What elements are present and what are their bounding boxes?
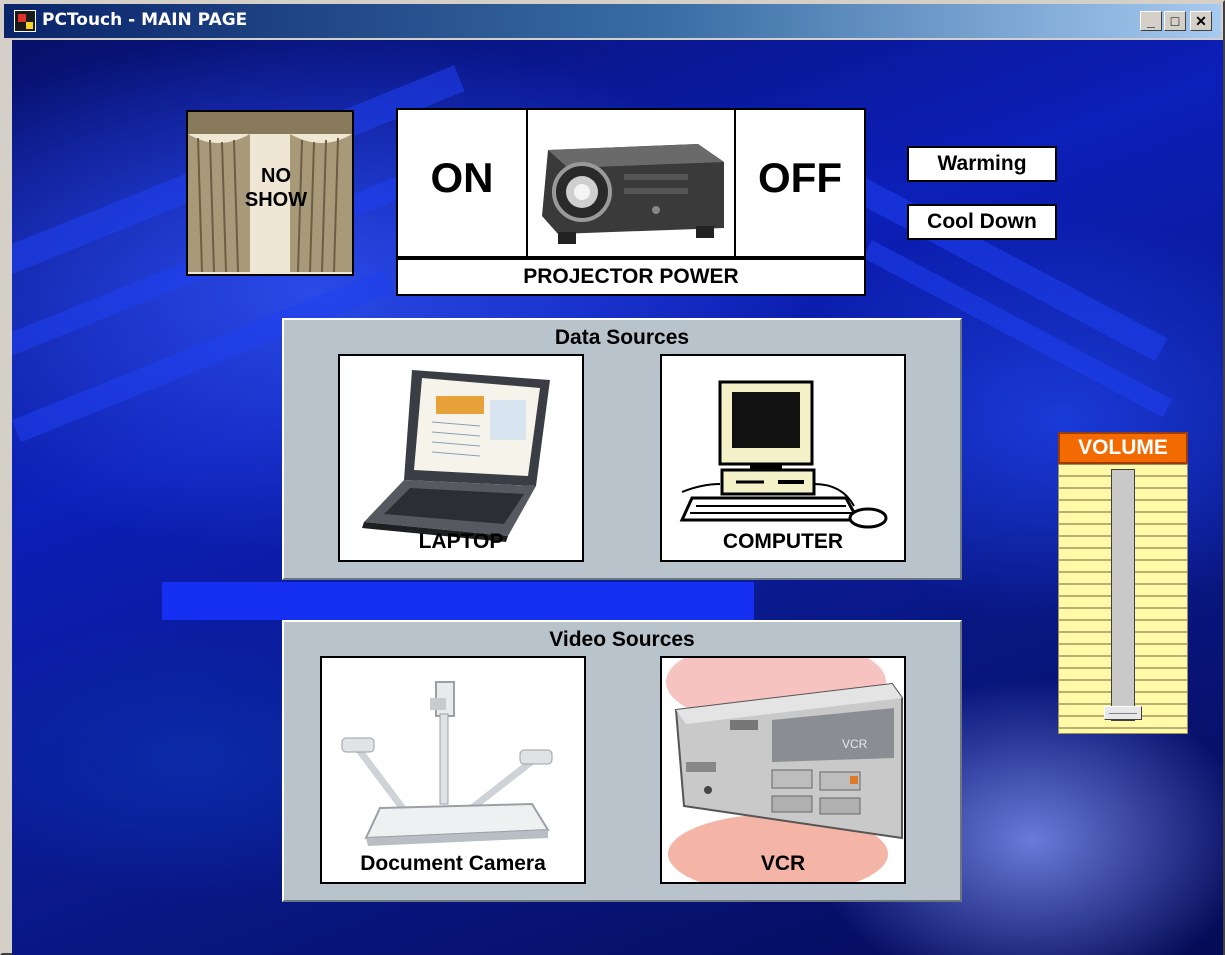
volume-slider-thumb[interactable] [1104,706,1142,720]
background-bar [162,582,754,620]
volume-track[interactable] [1104,469,1142,721]
document-camera-label: Document Camera [360,852,546,875]
projector-power-label: PROJECTOR POWER [396,258,866,296]
laptop-button[interactable]: LAPTOP [338,354,584,562]
video-sources-panel: Video Sources Document Camera VCR VCR [282,620,962,902]
main-page-canvas: NO SHOW ON OFF PROJECTOR POWER Warming C… [12,40,1223,955]
vcr-device-text: VCR [842,737,868,751]
volume-scale [1058,464,1188,734]
data-sources-title: Data Sources [554,326,690,349]
cool-down-indicator: Cool Down [907,204,1057,240]
projector-off-button[interactable]: OFF [734,108,866,258]
projector-on-button[interactable]: ON [396,108,528,258]
volume-control: VOLUME [1058,432,1188,734]
computer-label: COMPUTER [722,530,844,553]
close-button[interactable]: ✕ [1190,11,1212,31]
warming-indicator: Warming [907,146,1057,182]
minimize-button[interactable]: _ [1140,11,1162,31]
document-camera-button[interactable]: Document Camera [320,656,586,884]
app-icon[interactable] [14,10,36,32]
data-sources-panel: Data Sources LAPTOP COMPUTER [282,318,962,580]
computer-button[interactable]: COMPUTER [660,354,906,562]
vcr-button[interactable]: VCR VCR [660,656,906,884]
window-title: PCTouch - MAIN PAGE [42,10,248,30]
no-show-button[interactable]: NO SHOW [186,110,354,276]
off-label: OFF [758,154,842,201]
vcr-label: VCR [760,852,806,875]
maximize-button[interactable]: □ [1164,11,1186,31]
projector-image [526,108,736,258]
projector-icon [528,110,734,256]
video-sources-title: Video Sources [549,628,695,651]
no-show-label: NO SHOW [244,165,308,211]
laptop-label: LAPTOP [418,530,504,553]
vcr-icon: VCR [666,658,903,882]
volume-label: VOLUME [1058,432,1188,464]
app-window: PCTouch - MAIN PAGE _ □ ✕ NO SHOW ON OFF… [0,0,1225,955]
title-bar[interactable]: PCTouch - MAIN PAGE _ □ ✕ [4,4,1221,38]
on-label: ON [430,154,494,201]
document-camera-icon [341,681,553,846]
